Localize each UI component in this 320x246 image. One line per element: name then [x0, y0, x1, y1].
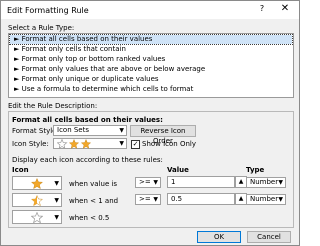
col-value-header: Value — [167, 166, 189, 174]
title-bar: Edit Formatting Rule ? ✕ — [1, 1, 299, 19]
chevron-down-icon: ▼ — [153, 179, 158, 186]
edit-formatting-rule-dialog: Edit Formatting Rule ? ✕ Select a Rule T… — [0, 0, 300, 246]
format-style-label: Format Style: — [12, 127, 59, 135]
bullet-icon: ► — [14, 85, 20, 93]
icon-select-row-3[interactable]: ▼ — [12, 210, 62, 224]
ok-button[interactable]: OK — [197, 231, 241, 243]
icon-style-label: Icon Style: — [12, 140, 49, 148]
operator-value: >= — [139, 195, 151, 203]
rule-type-label: Format only values that are above or bel… — [21, 65, 206, 73]
type-value: Number — [250, 195, 279, 203]
bullet-icon: ► — [14, 65, 20, 73]
bullet-icon: ► — [14, 75, 20, 83]
format-style-select[interactable]: Icon Sets ▼ — [53, 125, 127, 136]
value-text: 1 — [171, 178, 176, 186]
rule-type-item[interactable]: ► Format only unique or duplicate values — [10, 75, 292, 84]
bullet-icon: ► — [14, 35, 20, 43]
star-full-icon — [31, 178, 43, 189]
rule-type-label: Format only top or bottom ranked values — [21, 55, 166, 63]
value-input-row-1[interactable]: 1 — [167, 176, 235, 188]
chevron-down-icon: ▼ — [54, 214, 59, 221]
bullet-icon: ► — [14, 45, 20, 53]
rule-type-list[interactable]: ► Format all cells based on their values… — [8, 33, 294, 98]
rule-type-label: Use a formula to determine which cells t… — [21, 85, 194, 93]
star-full-icon — [80, 139, 92, 149]
rule-type-label: Format only cells that contain — [21, 45, 126, 53]
rule-type-heading: Select a Rule Type: — [8, 24, 75, 32]
format-style-value: Icon Sets — [57, 126, 89, 134]
dialog-title: Edit Formatting Rule — [7, 6, 89, 15]
col-type-header: Type — [246, 166, 265, 174]
chevron-down-icon: ▼ — [278, 196, 283, 203]
star-half-icon — [31, 195, 43, 206]
show-icon-only-label: Show Icon Only — [142, 140, 197, 148]
icon-select-row-1[interactable]: ▼ — [12, 176, 62, 190]
chevron-down-icon: ▼ — [153, 196, 158, 203]
chevron-down-icon: ▼ — [119, 140, 124, 147]
bullet-icon: ► — [14, 55, 20, 63]
type-select-row-1[interactable]: Number ▼ — [246, 177, 286, 188]
icon-style-preview-stars — [57, 139, 92, 149]
help-button[interactable]: ? — [255, 4, 269, 16]
chevron-down-icon: ▼ — [54, 180, 59, 187]
description-subheading: Format all cells based on their values: — [12, 116, 163, 124]
display-rules-text: Display each icon according to these rul… — [12, 156, 163, 164]
rule-type-item[interactable]: ► Format only values that are above or b… — [10, 65, 292, 74]
reverse-icon-order-button[interactable]: Reverse Icon Order — [130, 125, 196, 145]
chevron-down-icon: ▼ — [119, 127, 124, 134]
type-select-row-2[interactable]: Number ▼ — [246, 194, 286, 205]
rule-type-label: Format all cells based on their values — [21, 35, 153, 43]
chevron-down-icon: ▼ — [278, 179, 283, 186]
value-text: 0.5 — [171, 195, 183, 203]
chevron-down-icon: ▼ — [54, 197, 59, 204]
show-icon-only-checkbox[interactable]: ✓ — [131, 140, 140, 149]
rule-type-item[interactable]: ► Format all cells based on their values — [9, 34, 293, 45]
condition-text-row-2: when < 1 and — [69, 197, 119, 205]
rule-type-item[interactable]: ► Use a formula to determine which cells… — [10, 85, 292, 94]
icon-select-row-2[interactable]: ▼ — [12, 193, 62, 207]
rule-type-item[interactable]: ► Format only cells that contain — [10, 45, 292, 54]
col-icon-header: Icon — [12, 166, 29, 174]
star-empty-icon — [57, 139, 68, 149]
operator-select-row-2[interactable]: >= ▼ — [135, 194, 161, 205]
rule-description-panel: Format all cells based on their values: … — [8, 111, 294, 228]
cancel-button[interactable]: Cancel — [247, 231, 291, 243]
operator-value: >= — [139, 178, 151, 186]
operator-select-row-1[interactable]: >= ▼ — [135, 177, 161, 188]
rule-type-label: Format only unique or duplicate values — [21, 75, 159, 83]
type-value: Number — [250, 178, 279, 186]
condition-text-row-1: when value is — [69, 180, 118, 188]
condition-text-row-3: when < 0.5 — [69, 214, 110, 222]
icon-style-select[interactable]: ▼ — [53, 138, 127, 149]
close-button[interactable]: ✕ — [277, 3, 293, 17]
star-half-icon — [68, 139, 80, 149]
rule-type-item[interactable]: ► Format only top or bottom ranked value… — [10, 55, 292, 64]
star-empty-icon — [31, 212, 43, 223]
value-input-row-2[interactable]: 0.5 — [167, 193, 235, 205]
description-heading: Edit the Rule Description: — [8, 102, 98, 110]
